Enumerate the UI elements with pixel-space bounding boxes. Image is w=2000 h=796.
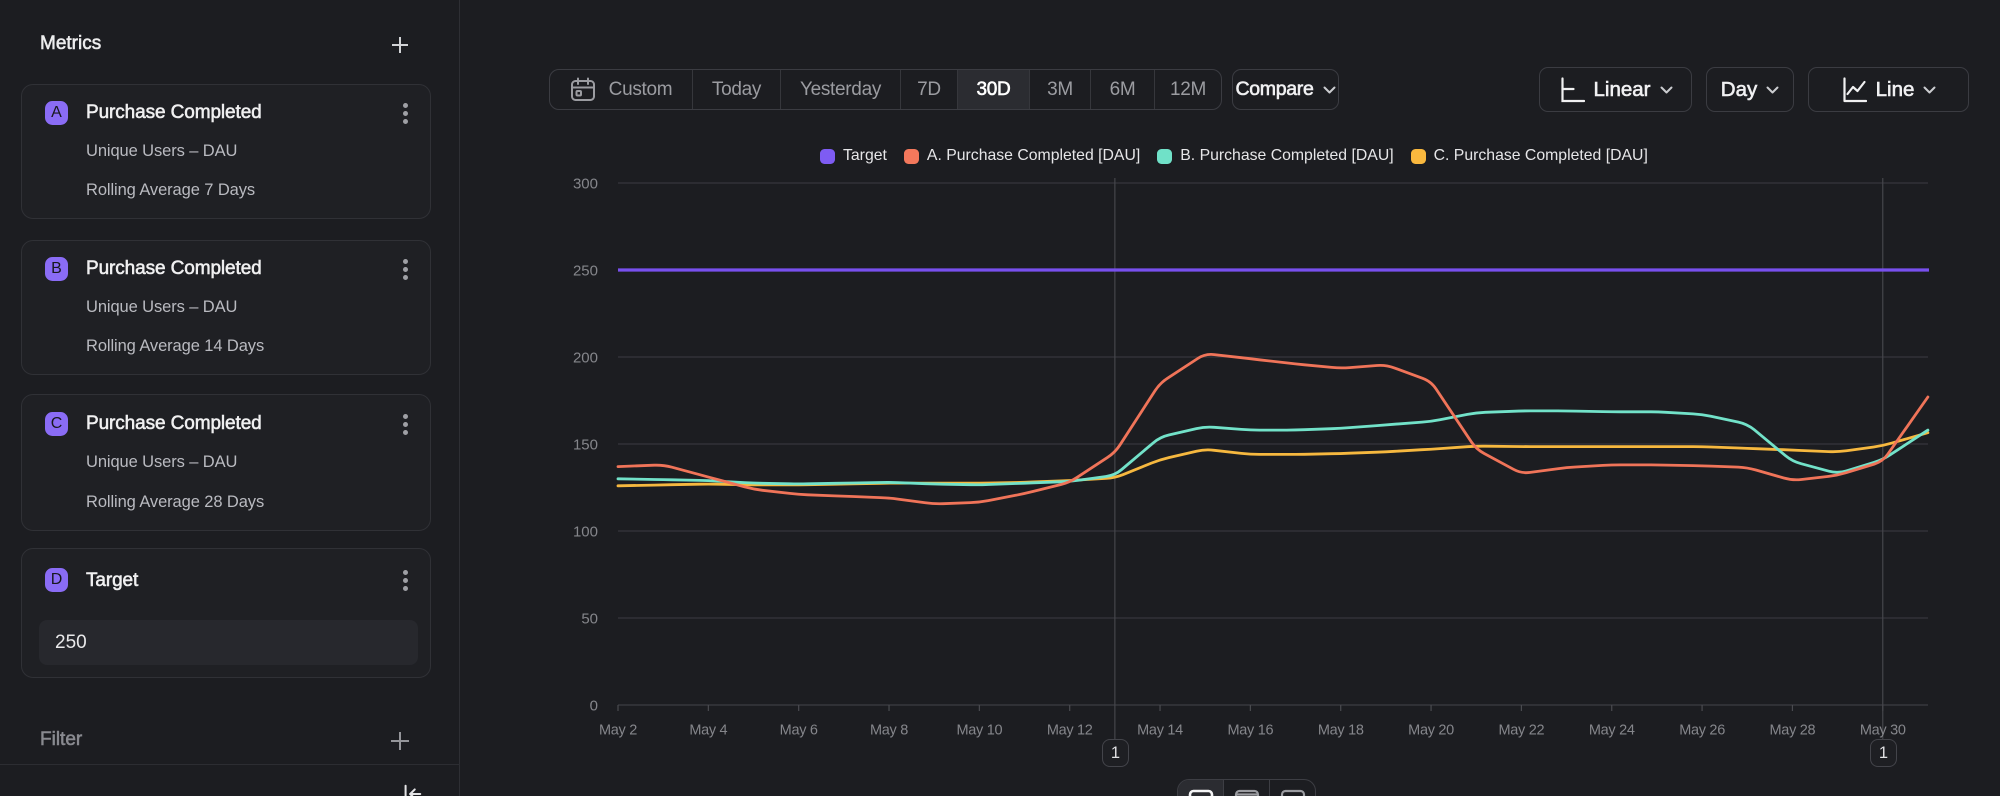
svg-text:May 28: May 28 (1770, 723, 1816, 739)
svg-text:250: 250 (573, 263, 598, 280)
svg-text:200: 200 (573, 350, 598, 367)
svg-text:50: 50 (581, 611, 598, 628)
svg-text:May 4: May 4 (689, 723, 727, 739)
svg-text:May 8: May 8 (870, 723, 908, 739)
svg-text:300: 300 (573, 176, 598, 193)
svg-text:May 24: May 24 (1589, 723, 1635, 739)
svg-text:May 20: May 20 (1408, 723, 1454, 739)
svg-text:0: 0 (590, 698, 598, 715)
svg-text:May 18: May 18 (1318, 723, 1364, 739)
svg-text:May 12: May 12 (1047, 723, 1093, 739)
svg-text:May 16: May 16 (1228, 723, 1274, 739)
svg-text:May 26: May 26 (1679, 723, 1725, 739)
svg-text:100: 100 (573, 524, 598, 541)
svg-text:May 6: May 6 (780, 723, 818, 739)
svg-text:May 2: May 2 (599, 723, 637, 739)
svg-text:May 22: May 22 (1499, 723, 1545, 739)
svg-text:May 10: May 10 (956, 723, 1002, 739)
svg-text:May 30: May 30 (1860, 723, 1906, 739)
svg-text:May 14: May 14 (1137, 723, 1183, 739)
svg-text:150: 150 (573, 437, 598, 454)
